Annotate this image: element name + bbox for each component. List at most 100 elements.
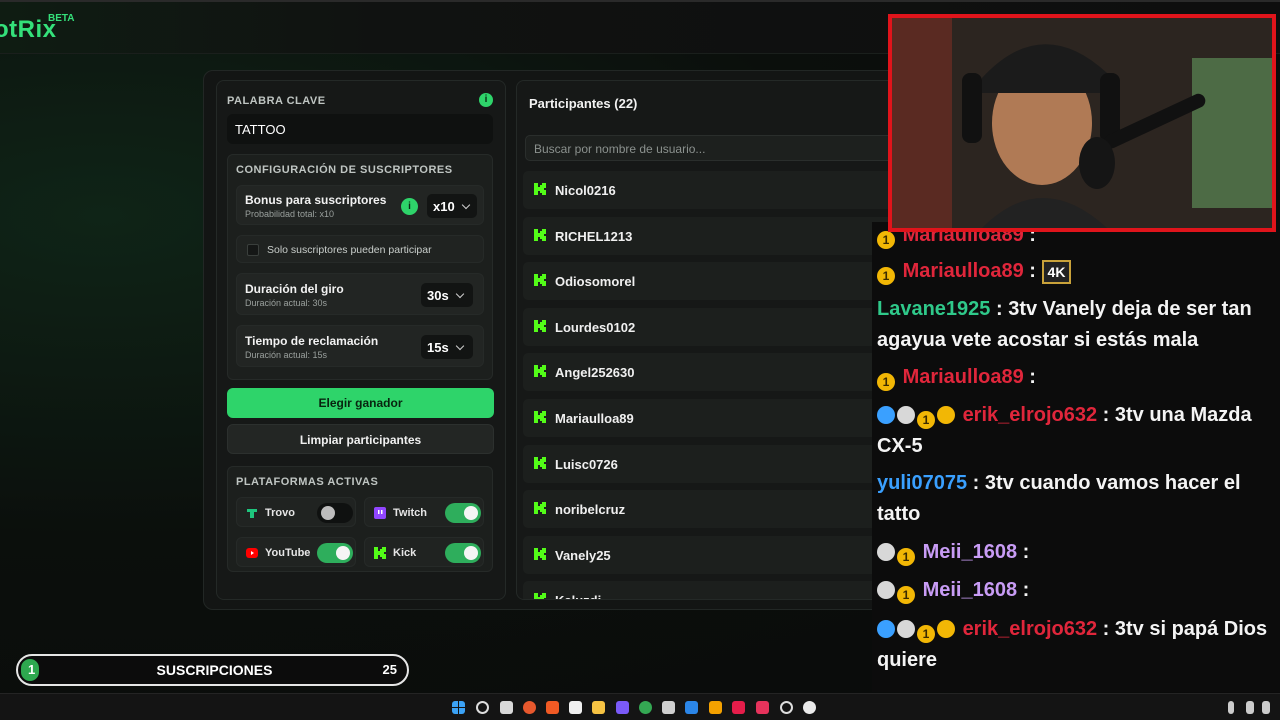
platform-name: Twitch bbox=[393, 507, 428, 519]
pick-winner-button[interactable]: Elegir ganador bbox=[227, 388, 494, 418]
spin-duration-select[interactable]: 30s bbox=[421, 283, 473, 307]
app-icon[interactable] bbox=[616, 701, 629, 714]
chat-message: 1 Meii_1608 : bbox=[877, 575, 1272, 606]
clear-participants-button[interactable]: Limpiar participantes bbox=[227, 424, 494, 454]
chat-username[interactable]: Mariaulloa89 bbox=[903, 366, 1024, 388]
participant-row[interactable]: Luisc0726 bbox=[523, 444, 895, 483]
spin-duration-subtitle: Duración actual: 30s bbox=[245, 298, 328, 308]
trovo-toggle[interactable] bbox=[317, 503, 353, 523]
kick-icon bbox=[534, 319, 546, 332]
participant-row[interactable]: Mariaulloa89 bbox=[523, 399, 895, 437]
chat-username[interactable]: Mariaulloa89 bbox=[903, 260, 1024, 282]
chat-badge-icon bbox=[897, 406, 915, 424]
screen: otRix BETA PALABRA CLAVE i TATTOO CONFIG… bbox=[0, 0, 1280, 720]
claim-time-title: Tiempo de reclamación bbox=[245, 334, 379, 348]
app-icon[interactable] bbox=[756, 701, 769, 714]
tray-icon[interactable] bbox=[1246, 701, 1254, 714]
chat-badge-icon: 1 bbox=[897, 586, 915, 604]
chat-username[interactable]: erik_elrojo632 bbox=[963, 618, 1098, 640]
participant-row[interactable]: RICHEL1213 bbox=[523, 216, 895, 255]
platform-name: YouTube bbox=[265, 547, 311, 559]
brave-icon[interactable] bbox=[546, 701, 559, 714]
task-view-icon[interactable] bbox=[500, 701, 513, 714]
participants-title: Participantes (22) bbox=[529, 96, 638, 111]
participant-name: Vanely25 bbox=[555, 547, 611, 563]
claim-time-select[interactable]: 15s bbox=[421, 335, 473, 359]
bonus-value: x10 bbox=[433, 199, 455, 214]
keyword-label: PALABRA CLAVE bbox=[227, 95, 326, 107]
browser-icon[interactable] bbox=[523, 701, 536, 714]
chat-username[interactable]: Meii_1608 bbox=[923, 579, 1018, 601]
info-icon[interactable]: i bbox=[479, 93, 493, 107]
platform-youtube: YouTube bbox=[236, 537, 356, 567]
chat-message: 1 erik_elrojo632 : 3tv si papá Dios quie… bbox=[877, 614, 1272, 676]
chat-message: 1 Mariaulloa89 : bbox=[877, 362, 1272, 393]
participant-name: Kaluzdi bbox=[555, 593, 601, 599]
tray-icon[interactable] bbox=[1228, 701, 1234, 714]
folder-icon[interactable] bbox=[592, 701, 605, 714]
kick-icon bbox=[534, 183, 546, 195]
app-icon[interactable] bbox=[732, 701, 745, 714]
participant-row[interactable]: noribelcruz bbox=[523, 490, 895, 529]
chat-text: : bbox=[1029, 260, 1036, 282]
chat-username[interactable]: Lavane1925 bbox=[877, 298, 990, 320]
platforms-title: PLATAFORMAS ACTIVAS bbox=[236, 476, 379, 488]
trovo-icon bbox=[247, 509, 257, 518]
twitch-toggle[interactable] bbox=[445, 503, 481, 523]
platform-trovo: Trovo bbox=[236, 497, 356, 527]
app-icon[interactable] bbox=[662, 701, 675, 714]
participant-row[interactable]: Angel252630 bbox=[523, 353, 895, 392]
beta-badge: BETA bbox=[48, 13, 75, 24]
search-icon[interactable] bbox=[476, 701, 489, 714]
kick-icon bbox=[534, 456, 546, 469]
app-icon[interactable] bbox=[780, 701, 793, 714]
participant-row[interactable]: Vanely25 bbox=[523, 535, 895, 574]
subscriber-config: CONFIGURACIÓN DE SUSCRIPTORES Bonus para… bbox=[227, 154, 493, 380]
tray-icon[interactable] bbox=[1262, 701, 1270, 714]
kick-icon bbox=[534, 274, 546, 287]
obs-icon[interactable] bbox=[803, 701, 816, 714]
bonus-row: Bonus para suscriptores Probabilidad tot… bbox=[236, 185, 484, 225]
app-icon[interactable] bbox=[569, 701, 582, 714]
chat-text: : bbox=[1022, 541, 1030, 563]
subscriptions-label: SUSCRIPCIONES bbox=[156, 662, 273, 678]
platform-name: Kick bbox=[393, 547, 417, 559]
participant-name: Mariaulloa89 bbox=[555, 411, 634, 426]
streamer-webcam-image bbox=[892, 18, 1272, 228]
windows-start-icon[interactable] bbox=[452, 701, 465, 714]
platform-twitch: Twitch bbox=[364, 497, 484, 527]
kick-icon bbox=[534, 365, 546, 378]
participant-row[interactable]: Lourdes0102 bbox=[523, 307, 895, 346]
spin-duration-title: Duración del giro bbox=[245, 282, 344, 296]
chat-badge-icon bbox=[877, 406, 895, 424]
chat-badge-icon: 1 bbox=[917, 625, 935, 643]
participant-row[interactable]: Kaluzdi bbox=[523, 581, 895, 599]
only-subscribers-checkbox[interactable] bbox=[247, 244, 259, 256]
shield-icon[interactable] bbox=[685, 701, 698, 714]
chat-username[interactable]: Meii_1608 bbox=[923, 541, 1018, 563]
kick-icon bbox=[374, 547, 386, 559]
kick-toggle[interactable] bbox=[445, 543, 481, 563]
chat-badge-icon: 1 bbox=[877, 231, 895, 249]
subscriber-config-title: CONFIGURACIÓN DE SUSCRIPTORES bbox=[236, 164, 453, 176]
bonus-select[interactable]: x10 bbox=[427, 194, 477, 218]
chevron-down-icon bbox=[461, 200, 470, 210]
kick-icon bbox=[534, 593, 546, 599]
youtube-toggle[interactable] bbox=[317, 543, 353, 563]
chat-username[interactable]: erik_elrojo632 bbox=[963, 404, 1098, 426]
participant-row[interactable]: Nicol0216 bbox=[523, 171, 895, 209]
app-icon[interactable] bbox=[709, 701, 722, 714]
subscriptions-goal-bar: 1 SUSCRIPCIONES 25 bbox=[16, 654, 409, 686]
participant-row[interactable]: Odiosomorel bbox=[523, 262, 895, 301]
only-subscribers-row[interactable]: Solo suscriptores pueden participar bbox=[236, 235, 484, 263]
keyword-input[interactable]: TATTOO bbox=[227, 114, 493, 144]
chat-username[interactable]: yuli07075 bbox=[877, 472, 967, 494]
chat-badge-icon: 1 bbox=[897, 548, 915, 566]
claim-time-row: Tiempo de reclamación Duración actual: 1… bbox=[236, 325, 484, 367]
twitch-icon bbox=[374, 507, 386, 519]
bonus-info-icon[interactable]: i bbox=[401, 198, 418, 215]
chevron-down-icon bbox=[455, 289, 464, 299]
participant-search-input[interactable]: Buscar por nombre de usuario... bbox=[525, 135, 895, 161]
kick-icon bbox=[534, 547, 546, 560]
chrome-icon[interactable] bbox=[639, 701, 652, 714]
